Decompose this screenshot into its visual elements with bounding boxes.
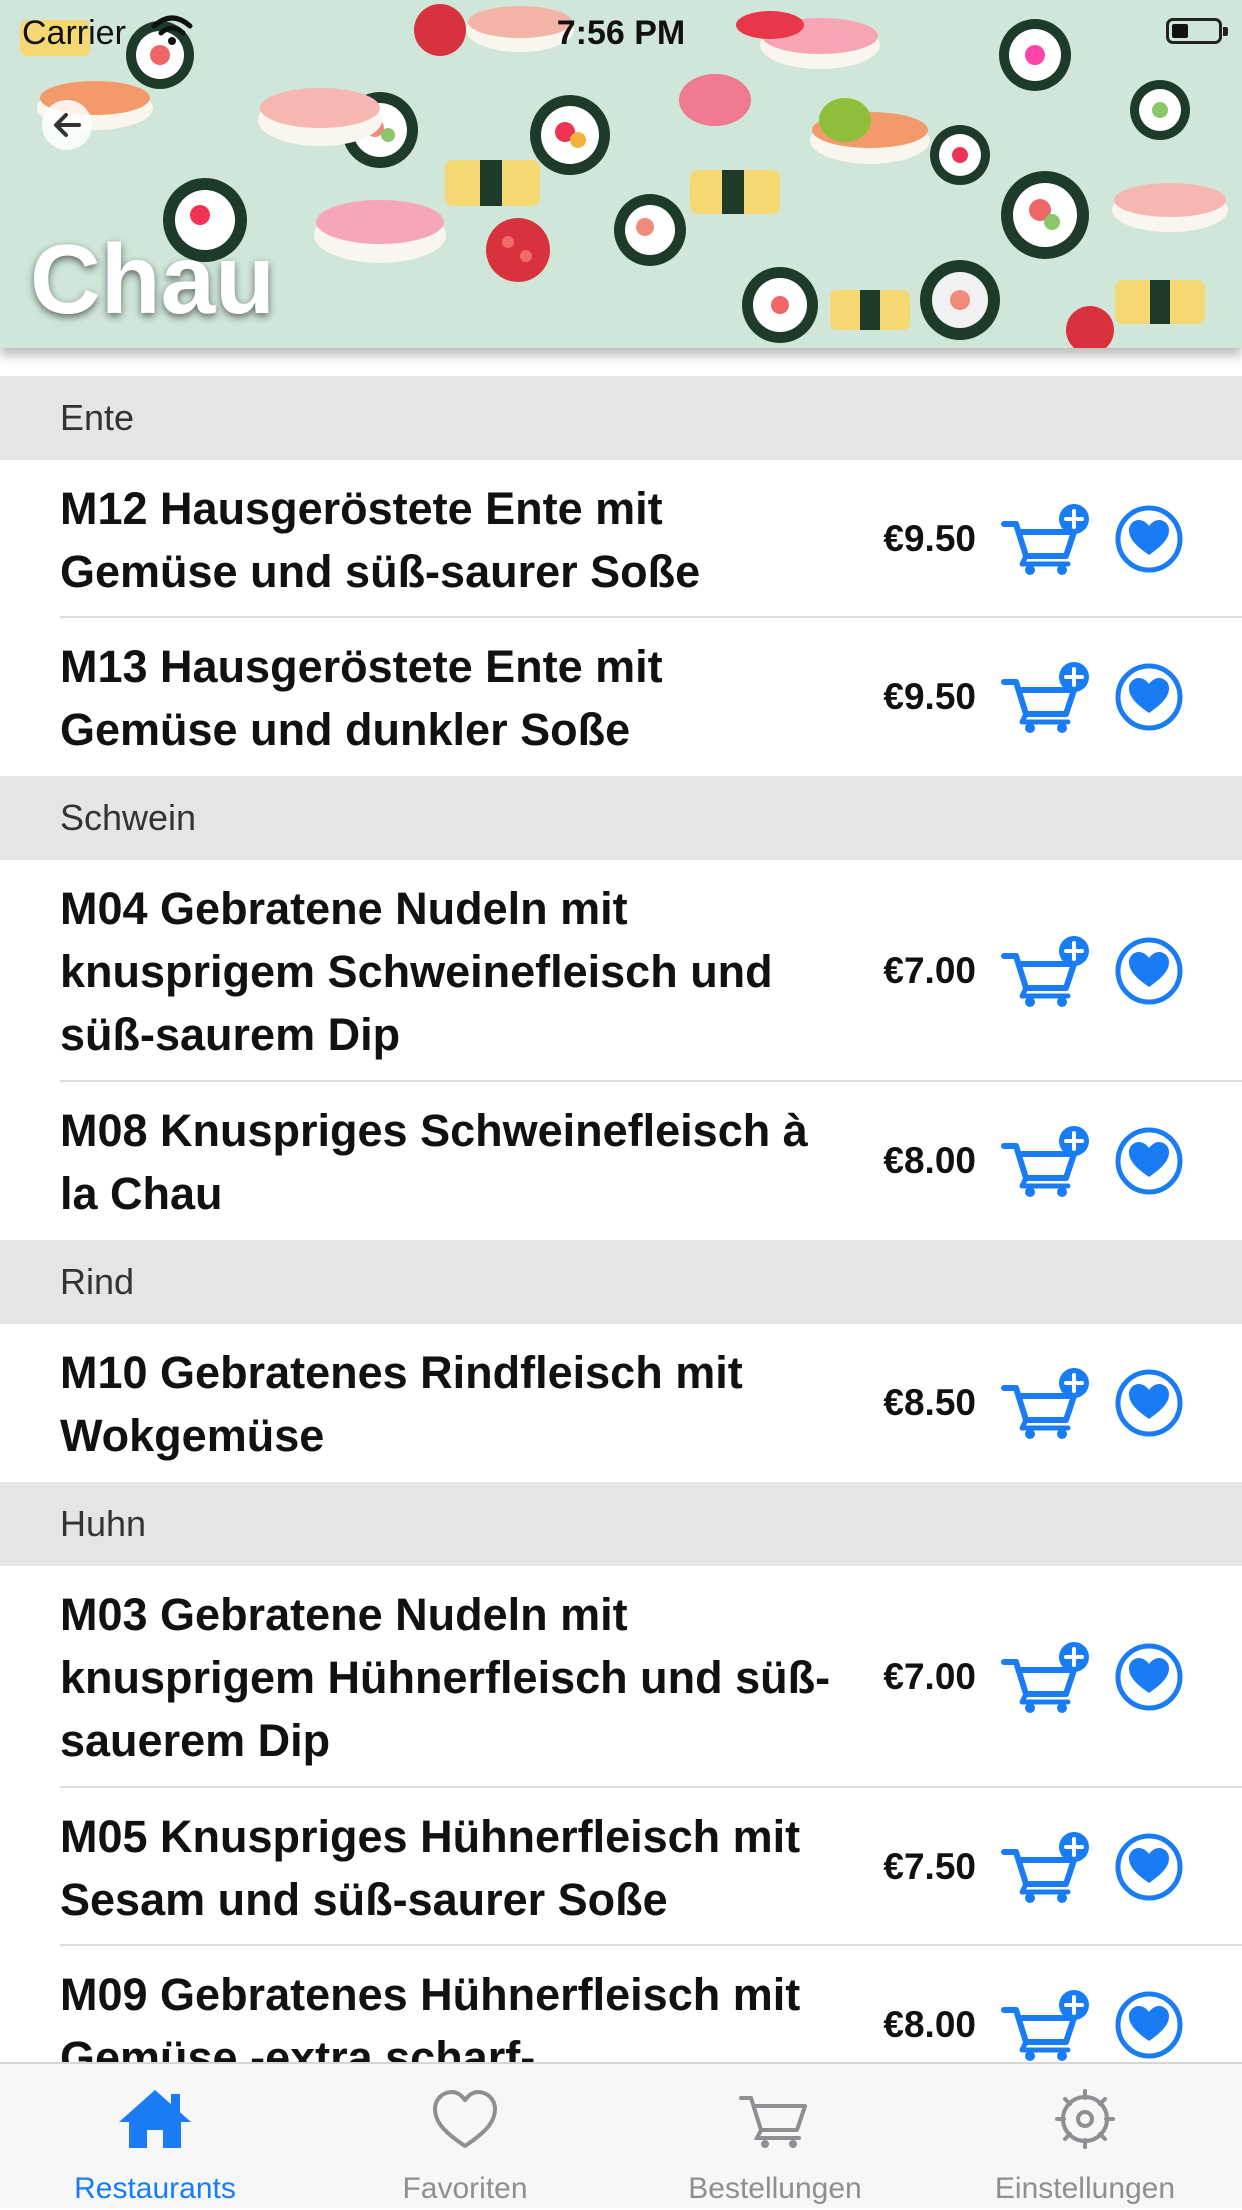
tab-bestellungen[interactable]: Bestellungen [620, 2064, 930, 2210]
menu-item-name: M03 Gebratene Nudeln mit knusprigem Hühn… [60, 1589, 831, 1766]
menu-item-price: €7.00 [883, 1656, 976, 1697]
house-icon [119, 2090, 191, 2148]
section-header-huhn: Huhn [0, 1482, 1242, 1566]
menu-item-row[interactable]: M08 Knuspriges Schweinefleisch à la Chau… [0, 1082, 1242, 1240]
cart-add-icon[interactable] [1000, 1988, 1094, 2062]
heart-circle-icon[interactable] [1113, 1125, 1185, 1197]
tab-einstellungen[interactable]: Einstellungen [930, 2064, 1240, 2210]
menu-list[interactable]: Ente M12 Hausgeröstete Ente mit Gemüse u… [0, 376, 1242, 2104]
status-bar: Carrier 7:56 PM [0, 8, 1242, 56]
menu-item-name: M13 Hausgeröstete Ente mit Gemüse und du… [60, 641, 663, 755]
maki-roll [126, 19, 1190, 343]
menu-item-price: €7.00 [883, 950, 976, 991]
menu-item-name: M04 Gebratene Nudeln mit knusprigem Schw… [60, 883, 773, 1060]
menu-item-price: €7.50 [883, 1846, 976, 1887]
tab-label: Einstellungen [994, 2172, 1176, 2205]
heart-circle-icon[interactable] [1113, 1367, 1185, 1439]
menu-item-price: €8.00 [883, 1140, 976, 1181]
tab-label: Favoriten [402, 2172, 528, 2205]
menu-item-name: M05 Knuspriges Hühnerfleisch mit Sesam u… [60, 1811, 801, 1925]
menu-item-row[interactable]: M04 Gebratene Nudeln mit knusprigem Schw… [0, 860, 1242, 1082]
tab-label: Bestellungen [688, 2172, 862, 2205]
heart-circle-icon[interactable] [1113, 1641, 1185, 1713]
heart-circle-icon[interactable] [1113, 1831, 1185, 1903]
cart-add-icon[interactable] [1000, 1640, 1094, 1714]
menu-item-name: M08 Knuspriges Schweinefleisch à la Chau [60, 1105, 808, 1219]
menu-item-name: M12 Hausgeröstete Ente mit Gemüse und sü… [60, 483, 701, 597]
menu-item-row[interactable]: M13 Hausgeröstete Ente mit Gemüse und du… [0, 618, 1242, 776]
cart-add-icon[interactable] [1000, 1366, 1094, 1440]
status-time: 7:56 PM [556, 14, 686, 52]
cart-add-icon[interactable] [1000, 934, 1094, 1008]
heart-circle-icon[interactable] [1113, 1989, 1185, 2061]
menu-item-row[interactable]: M05 Knuspriges Hühnerfleisch mit Sesam u… [0, 1788, 1242, 1946]
section-header-rind: Rind [0, 1240, 1242, 1324]
menu-item-price: €9.50 [883, 518, 976, 559]
cart-add-icon[interactable] [1000, 502, 1094, 576]
section-header-schwein: Schwein [0, 776, 1242, 860]
section-header-ente: Ente [0, 376, 1242, 460]
menu-item-price: €8.00 [883, 2004, 976, 2045]
battery-icon [1166, 18, 1228, 44]
heart-circle-icon[interactable] [1113, 503, 1185, 575]
heart-circle-icon[interactable] [1113, 935, 1185, 1007]
back-button[interactable] [42, 100, 92, 150]
cart-icon [739, 2096, 807, 2148]
cart-add-icon[interactable] [1000, 1124, 1094, 1198]
tab-label: Restaurants [74, 2172, 236, 2205]
restaurant-title: Chau [30, 224, 275, 334]
menu-item-price: €9.50 [883, 676, 976, 717]
menu-item-row[interactable]: M12 Hausgeröstete Ente mit Gemüse und sü… [0, 460, 1242, 618]
tab-favoriten[interactable]: Favoriten [310, 2064, 620, 2210]
menu-item-row[interactable]: M10 Gebratenes Rindfleisch mit Wokgemüse… [0, 1324, 1242, 1482]
menu-item-name: M10 Gebratenes Rindfleisch mit Wokgemüse [60, 1347, 743, 1461]
tab-restaurants[interactable]: Restaurants [0, 2064, 310, 2210]
cart-add-icon[interactable] [1000, 660, 1094, 734]
heart-icon [433, 2090, 497, 2148]
menu-item-row[interactable]: M03 Gebratene Nudeln mit knusprigem Hühn… [0, 1566, 1242, 1788]
gear-icon [1055, 2089, 1115, 2149]
arrow-left-circle-icon [54, 113, 81, 137]
heart-circle-icon[interactable] [1113, 661, 1185, 733]
cart-add-icon[interactable] [1000, 1830, 1094, 1904]
menu-item-price: €8.50 [883, 1382, 976, 1423]
restaurant-header: Carrier 7:56 PM Chau [0, 0, 1242, 348]
tab-bar: Restaurants Favoriten Bestellungen Einst… [0, 2062, 1242, 2208]
